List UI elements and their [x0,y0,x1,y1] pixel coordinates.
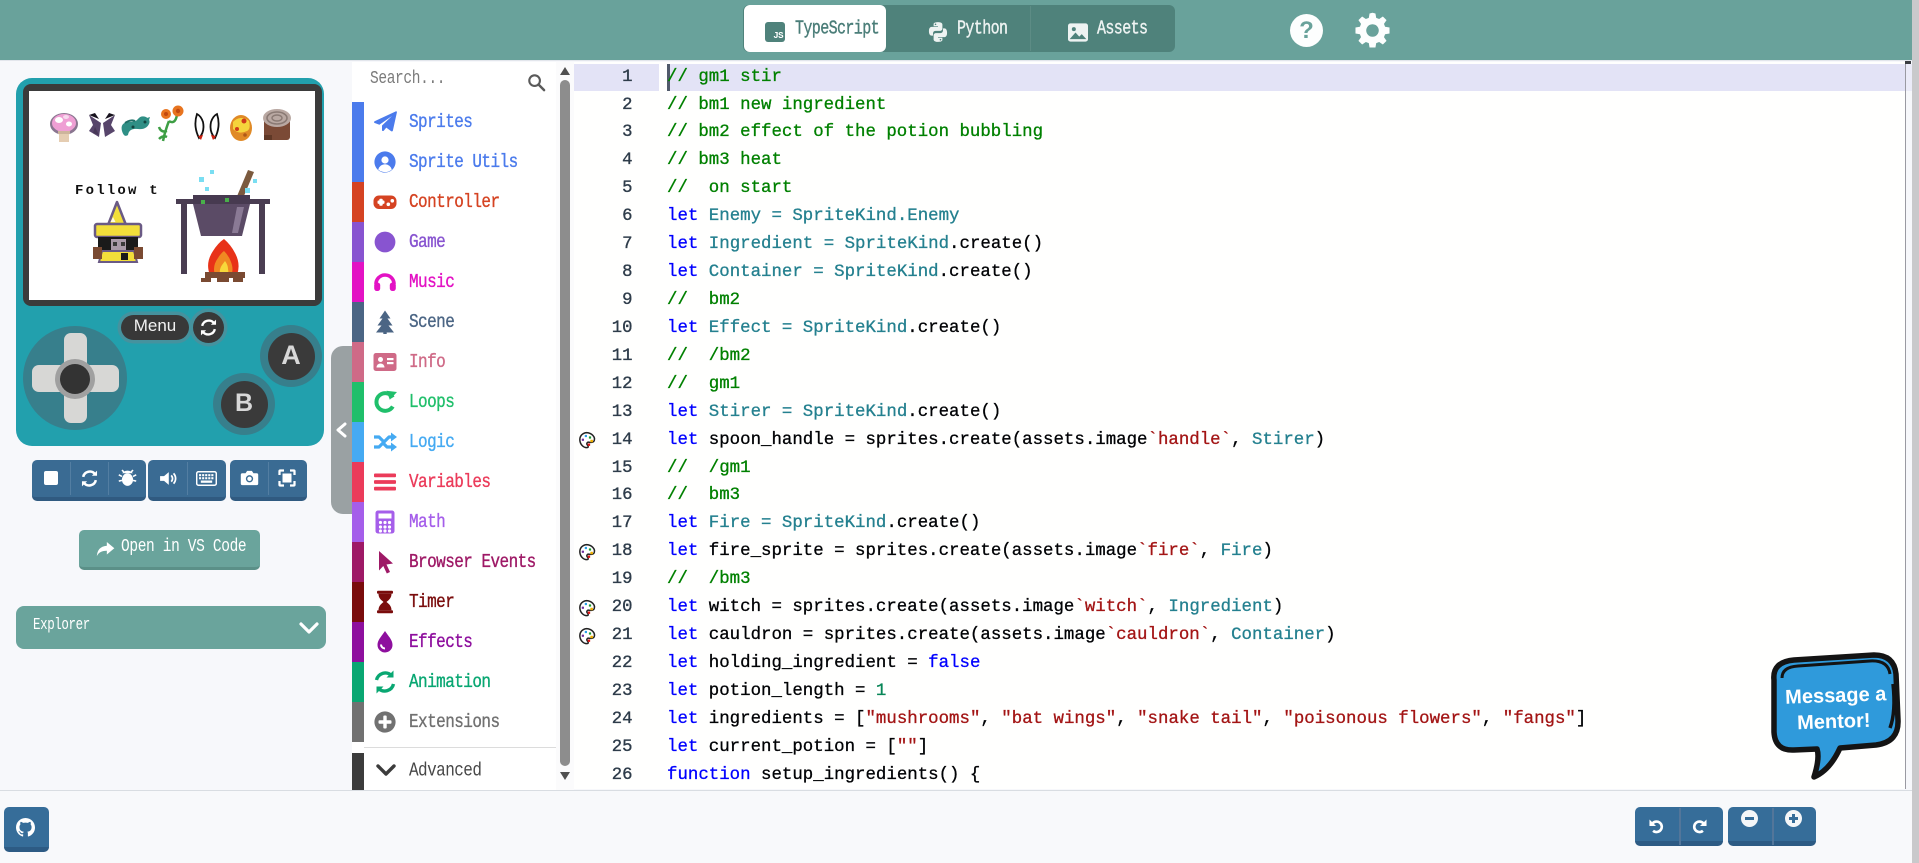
svg-text:Mentor!: Mentor! [1797,710,1871,735]
svg-text:Follow t: Follow t [75,183,160,199]
svg-text:Message a: Message a [1785,683,1888,709]
